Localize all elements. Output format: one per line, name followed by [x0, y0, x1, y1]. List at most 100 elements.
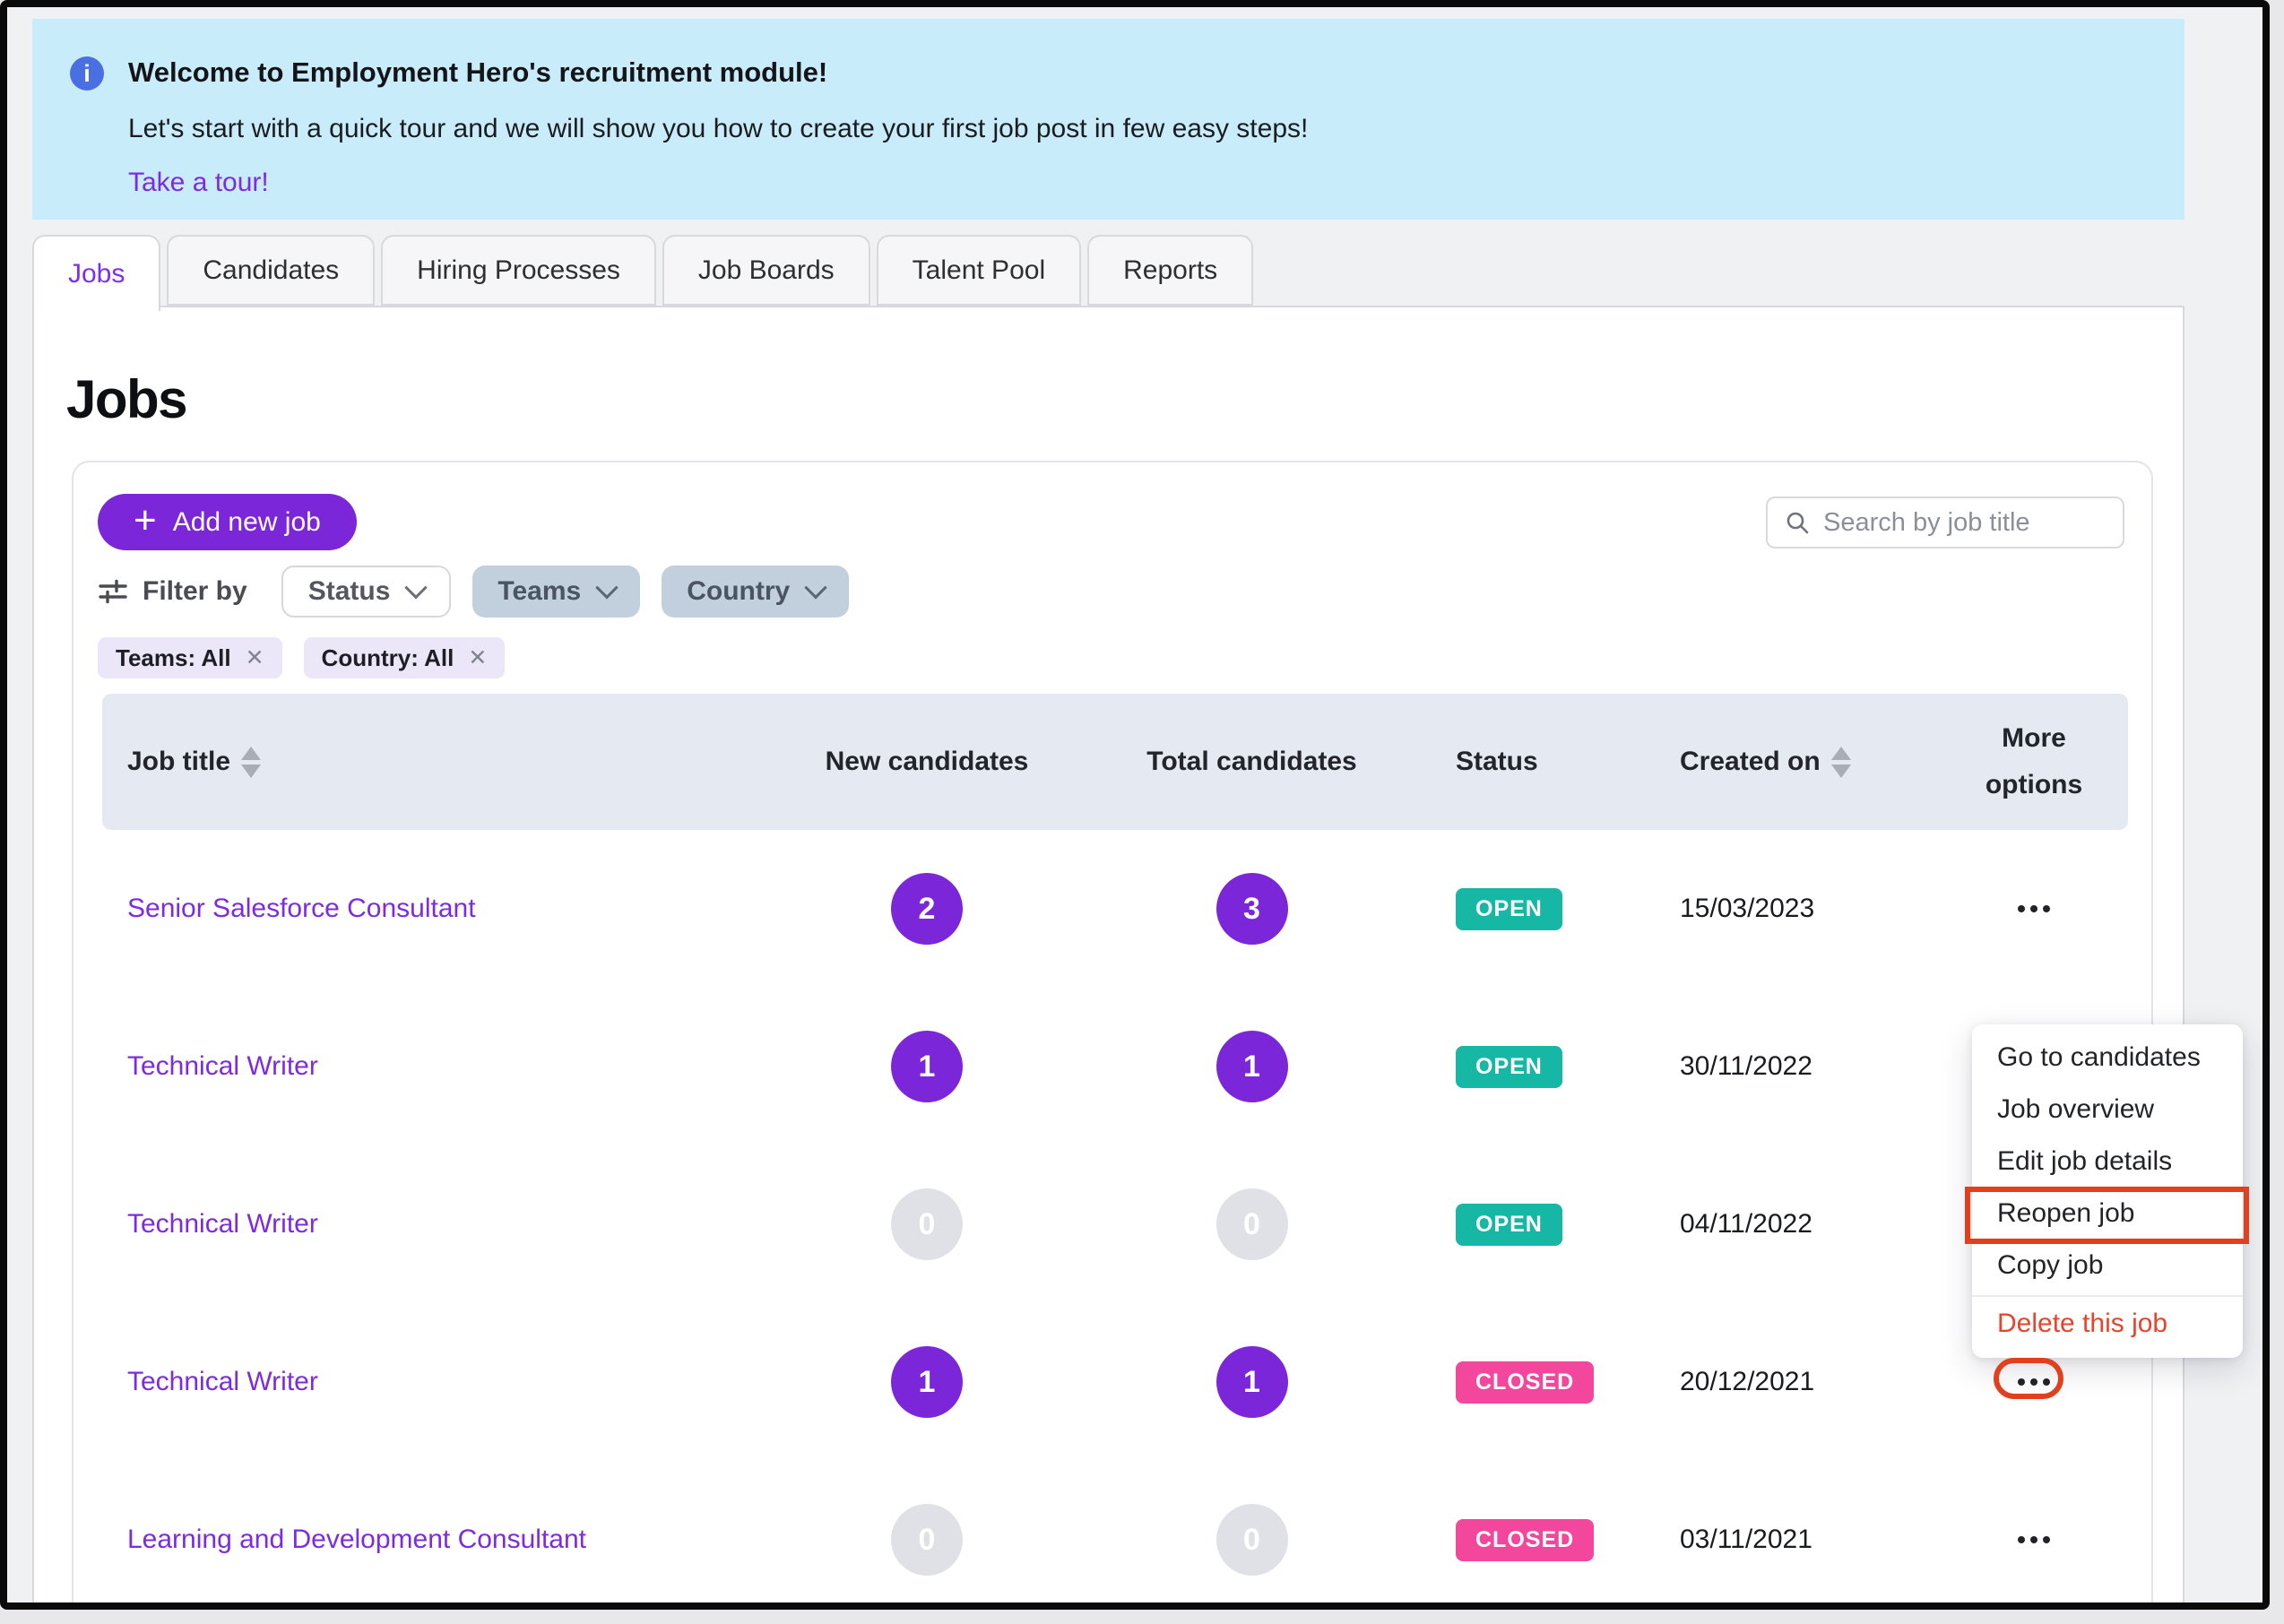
search-icon — [1784, 509, 1811, 536]
module-tabs: JobsCandidatesHiring ProcessesJob Boards… — [32, 235, 1253, 311]
dot — [2030, 1378, 2037, 1386]
remove-chip-icon[interactable]: ✕ — [468, 644, 487, 671]
job-title-cell: Technical Writer — [102, 1051, 774, 1082]
more-options-button[interactable] — [1940, 873, 2128, 945]
status-cell: CLOSED — [1424, 1519, 1680, 1561]
status-badge: OPEN — [1456, 1204, 1562, 1246]
menu-item-job-overview[interactable]: Job overview — [1972, 1084, 2243, 1136]
column-header-total-candidates: Total candidates — [1079, 747, 1424, 777]
jobs-card: + Add new job Filter — [72, 461, 2153, 1610]
job-title-cell: Technical Writer — [102, 1209, 774, 1240]
dot — [2018, 1378, 2025, 1386]
tab-talent-pool[interactable]: Talent Pool — [877, 235, 1081, 306]
status-cell: OPEN — [1424, 1204, 1680, 1246]
add-new-job-button[interactable]: + Add new job — [98, 494, 357, 550]
chevron-down-icon — [595, 576, 618, 599]
menu-item-reopen-job[interactable]: Reopen job — [1972, 1188, 2243, 1240]
tab-job-boards[interactable]: Job Boards — [662, 235, 870, 306]
info-icon: i — [70, 56, 104, 91]
tab-candidates[interactable]: Candidates — [167, 235, 375, 306]
created-on-cell: 04/11/2022 — [1680, 1209, 1940, 1240]
total-candidates-cell: 1 — [1079, 1346, 1424, 1418]
new-candidates-badge: 2 — [891, 873, 963, 945]
banner-title: Welcome to Employment Hero's recruitment… — [128, 56, 827, 89]
more-options-button[interactable] — [1940, 1504, 2128, 1576]
column-header-created-on[interactable]: Created on — [1680, 747, 1940, 778]
status-filter-label: Status — [308, 576, 391, 607]
filter-chip-label: Country: All — [322, 644, 454, 672]
new-candidates-badge: 0 — [891, 1504, 963, 1576]
job-title-link[interactable]: Learning and Development Consultant — [127, 1525, 586, 1554]
table-row: Technical Writer 0 0 OPEN 04/11/2022 — [102, 1145, 2128, 1303]
job-title-cell: Technical Writer — [102, 1367, 774, 1397]
job-title-link[interactable]: Senior Salesforce Consultant — [127, 894, 476, 923]
status-badge: CLOSED — [1456, 1361, 1594, 1404]
total-candidates-cell: 0 — [1079, 1188, 1424, 1260]
total-candidates-cell: 0 — [1079, 1504, 1424, 1576]
chevron-down-icon — [405, 576, 428, 599]
column-header-job-title[interactable]: Job title — [102, 747, 774, 778]
column-header-new-candidates: New candidates — [774, 747, 1079, 777]
created-on-cell: 03/11/2021 — [1680, 1525, 1940, 1555]
job-title-link[interactable]: Technical Writer — [127, 1367, 318, 1396]
new-candidates-badge: 1 — [891, 1346, 963, 1418]
job-title-cell: Learning and Development Consultant — [102, 1525, 774, 1555]
search-input[interactable] — [1823, 508, 2107, 538]
sort-icon[interactable] — [241, 747, 261, 778]
recruitment-module-screen: i Welcome to Employment Hero's recruitme… — [0, 0, 2270, 1610]
jobs-table: Job title New candidates Total candidate… — [102, 694, 2128, 1610]
status-filter-dropdown[interactable]: Status — [281, 566, 452, 618]
created-on-cell: 30/11/2022 — [1680, 1051, 1940, 1082]
table-body: Senior Salesforce Consultant 2 3 OPEN 15/03/… — [102, 830, 2128, 1610]
more-options-cell — [1940, 1504, 2128, 1576]
dot — [2018, 905, 2025, 912]
new-candidates-badge: 1 — [891, 1031, 963, 1102]
dot — [2043, 905, 2050, 912]
country-filter-dropdown[interactable]: Country — [662, 566, 849, 618]
dot — [2030, 1536, 2037, 1543]
country-filter-label: Country — [687, 576, 790, 607]
new-candidates-badge: 0 — [891, 1188, 963, 1260]
menu-item-delete-this-job[interactable]: Delete this job — [1972, 1295, 2243, 1351]
status-cell: OPEN — [1424, 1046, 1680, 1088]
menu-item-go-to-candidates[interactable]: Go to candidates — [1972, 1032, 2243, 1084]
new-candidates-cell: 1 — [774, 1031, 1079, 1102]
filter-chip: Teams: All✕ — [98, 637, 282, 678]
total-candidates-cell: 1 — [1079, 1031, 1424, 1102]
total-candidates-badge: 1 — [1216, 1031, 1288, 1102]
job-title-link[interactable]: Technical Writer — [127, 1051, 318, 1081]
new-candidates-cell: 1 — [774, 1346, 1079, 1418]
tab-jobs[interactable]: Jobs — [32, 235, 160, 311]
column-header-more-options: More options — [1940, 715, 2128, 809]
table-header-row: Job title New candidates Total candidate… — [102, 694, 2128, 830]
dot — [2030, 905, 2037, 912]
job-title-link[interactable]: Technical Writer — [127, 1209, 318, 1239]
filter-sliders-icon — [98, 576, 128, 607]
banner-subtitle: Let's start with a quick tour and we wil… — [128, 114, 1308, 144]
total-candidates-badge: 3 — [1216, 873, 1288, 945]
table-row: Technical Writer 1 1 CLOSED 20/12/2021 — [102, 1303, 2128, 1461]
status-cell: CLOSED — [1424, 1361, 1680, 1404]
table-row: Technical Writer 1 1 OPEN 30/11/2022 — [102, 988, 2128, 1145]
remove-chip-icon[interactable]: ✕ — [246, 644, 264, 671]
row-context-menu: Go to candidatesJob overviewEdit job det… — [1972, 1024, 2243, 1358]
sort-icon[interactable] — [1831, 747, 1851, 778]
filter-by-label: Filter by — [98, 576, 247, 607]
created-on-cell: 20/12/2021 — [1680, 1367, 1940, 1397]
teams-filter-dropdown[interactable]: Teams — [472, 566, 640, 618]
menu-item-edit-job-details[interactable]: Edit job details — [1972, 1136, 2243, 1188]
add-new-job-label: Add new job — [173, 507, 321, 538]
status-badge: OPEN — [1456, 1046, 1562, 1088]
filter-bar: Filter by Status Teams Country — [98, 566, 870, 618]
table-row: Senior Salesforce Consultant23OPEN15/03/… — [102, 830, 2128, 988]
page-title: Jobs — [66, 368, 186, 430]
jobs-tab-panel: Jobs + Add new job — [32, 306, 2185, 1610]
dot — [2043, 1536, 2050, 1543]
created-on-cell: 15/03/2023 — [1680, 894, 1940, 924]
tab-reports[interactable]: Reports — [1087, 235, 1253, 306]
column-header-status: Status — [1424, 747, 1680, 777]
job-search-box — [1766, 497, 2124, 549]
take-a-tour-link[interactable]: Take a tour! — [128, 168, 269, 198]
tab-hiring-processes[interactable]: Hiring Processes — [381, 235, 656, 306]
menu-item-copy-job[interactable]: Copy job — [1972, 1240, 2243, 1291]
